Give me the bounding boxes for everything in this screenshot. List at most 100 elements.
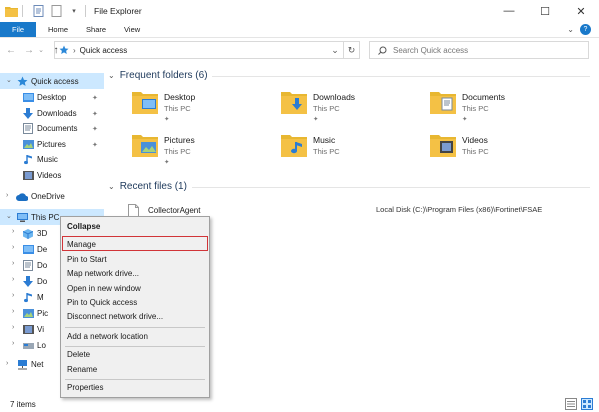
frequent-folders-header[interactable]: ⌄ Frequent folders (6)	[108, 70, 208, 81]
folder-tile-videos[interactable]: Videos This PC	[430, 133, 489, 159]
chevron-right-icon[interactable]: ›	[6, 192, 8, 199]
breadcrumb[interactable]: Quick access	[80, 46, 128, 55]
menu-item-add-network-location[interactable]: Add a network location	[67, 332, 148, 341]
sidebar-item-label: OneDrive	[31, 192, 65, 201]
sidebar-item-documents[interactable]: Documents	[22, 121, 77, 136]
folder-icon	[132, 133, 158, 159]
download-arrow-icon	[22, 108, 34, 120]
folder-name: Music	[313, 135, 336, 145]
chevron-right-icon[interactable]: ›	[12, 244, 14, 251]
menu-item-disconnect-network-drive[interactable]: Disconnect network drive...	[67, 312, 163, 321]
chevron-right-icon[interactable]: ›	[12, 260, 14, 267]
chevron-right-icon[interactable]: ›	[6, 360, 8, 367]
tab-share[interactable]: Share	[77, 22, 115, 37]
sidebar-item-desktop-pc[interactable]: De	[22, 242, 47, 257]
search-input[interactable]: Search Quick access	[369, 41, 589, 59]
refresh-icon[interactable]: ↻	[343, 42, 359, 58]
menu-item-properties[interactable]: Properties	[67, 383, 103, 392]
sidebar-item-label: 3D	[37, 229, 48, 238]
new-folder-icon[interactable]	[49, 4, 63, 18]
forward-arrow-icon[interactable]: →	[22, 43, 36, 57]
sidebar-item-documents-pc[interactable]: Do	[22, 258, 47, 273]
menu-item-pin-to-start[interactable]: Pin to Start	[67, 255, 107, 264]
music-note-icon	[22, 292, 34, 304]
properties-icon[interactable]	[31, 4, 45, 18]
address-dropdown-icon[interactable]: ⌄	[327, 42, 343, 58]
folder-tile-documents[interactable]: Documents This PC ✦	[430, 90, 505, 125]
chevron-right-icon[interactable]: ›	[12, 228, 14, 235]
chevron-right-icon[interactable]: ›	[12, 276, 14, 283]
close-button[interactable]: ✕	[563, 0, 599, 22]
back-arrow-icon[interactable]: ←	[4, 43, 18, 57]
sidebar-item-label: Lo	[37, 341, 46, 350]
tab-file[interactable]: File	[0, 22, 36, 37]
sidebar-item-music-pc[interactable]: M	[22, 290, 44, 305]
sidebar-item-local-disk[interactable]: Lo	[22, 338, 46, 353]
tab-home[interactable]: Home	[36, 22, 77, 37]
pin-icon: ✦	[462, 116, 468, 123]
sidebar-item-label: Pictures	[37, 140, 66, 149]
pin-icon: ✦	[164, 116, 170, 123]
recent-files-header[interactable]: ⌄ Recent files (1)	[108, 181, 187, 192]
expand-ribbon-icon[interactable]: ⌄	[567, 25, 574, 34]
section-title: Frequent folders (6)	[119, 70, 208, 81]
sidebar-item-pictures-pc[interactable]: Pic	[22, 306, 48, 321]
chevron-right-icon[interactable]: ›	[12, 308, 14, 315]
context-menu: Collapse Manage Pin to Start Map network…	[60, 216, 210, 398]
folder-icon	[281, 133, 307, 159]
section-title: Recent files (1)	[119, 181, 187, 192]
menu-item-pin-to-quick-access[interactable]: Pin to Quick access	[67, 298, 137, 307]
sidebar-item-3d-objects[interactable]: 3D	[22, 226, 47, 241]
menu-item-collapse[interactable]: Collapse	[67, 222, 100, 231]
folder-tile-desktop[interactable]: Desktop This PC ✦	[132, 90, 195, 125]
pictures-icon	[22, 308, 34, 320]
sidebar-item-label: This PC	[31, 213, 60, 222]
sidebar-item-desktop[interactable]: Desktop	[22, 90, 66, 105]
sidebar-item-videos-pc[interactable]: Vi	[22, 322, 44, 337]
address-bar[interactable]: › Quick access ⌄ ↻	[54, 41, 360, 59]
sidebar-item-music[interactable]: Music	[22, 152, 58, 167]
folder-tile-pictures[interactable]: Pictures This PC ✦	[132, 133, 195, 168]
folder-icon	[4, 4, 18, 18]
chevron-right-icon[interactable]: ›	[12, 324, 14, 331]
pin-icon: ✦	[164, 159, 170, 166]
minimize-button[interactable]: —	[491, 0, 527, 22]
menu-item-delete[interactable]: Delete	[67, 350, 90, 359]
details-view-icon[interactable]	[565, 398, 577, 410]
chevron-right-icon[interactable]: ›	[12, 340, 14, 347]
tab-view[interactable]: View	[115, 22, 149, 37]
sidebar-item-onedrive[interactable]: OneDrive	[16, 189, 65, 204]
chevron-down-icon[interactable]: ⌄	[6, 76, 12, 84]
sidebar-item-label: Quick access	[31, 77, 79, 86]
customize-toolbar-icon[interactable]: ▾	[67, 4, 81, 18]
divider	[212, 76, 590, 77]
sidebar-item-downloads-pc[interactable]: Do	[22, 274, 47, 289]
sidebar-item-quick-access[interactable]: Quick access	[16, 74, 79, 89]
sidebar-item-this-pc[interactable]: This PC	[16, 210, 59, 225]
recent-locations-icon[interactable]: ⌄	[37, 43, 45, 57]
quick-access-star-icon	[59, 45, 69, 55]
chevron-right-icon[interactable]: ›	[12, 292, 14, 299]
menu-item-rename[interactable]: Rename	[67, 365, 97, 374]
sidebar-item-pictures[interactable]: Pictures	[22, 137, 66, 152]
pin-icon: ✦	[92, 142, 98, 149]
sidebar-item-videos[interactable]: Videos	[22, 168, 61, 183]
sidebar-item-downloads[interactable]: Downloads	[22, 106, 77, 121]
help-icon[interactable]: ?	[580, 24, 591, 35]
menu-item-open-in-new-window[interactable]: Open in new window	[67, 284, 141, 293]
menu-item-map-network-drive[interactable]: Map network drive...	[67, 269, 139, 278]
sidebar-item-network[interactable]: Net	[16, 357, 43, 372]
maximize-button[interactable]: ☐	[527, 0, 563, 22]
folder-name: Desktop	[164, 92, 196, 102]
large-icons-view-icon[interactable]	[581, 398, 593, 410]
menu-separator	[65, 327, 205, 328]
menu-item-manage[interactable]: Manage	[67, 240, 96, 249]
folder-tile-downloads[interactable]: Downloads This PC ✦	[281, 90, 355, 125]
network-icon	[16, 359, 28, 371]
item-count: 7 items	[10, 399, 36, 409]
folder-name: Pictures	[164, 135, 195, 145]
videos-icon	[22, 170, 34, 182]
folder-tile-music[interactable]: Music This PC	[281, 133, 340, 159]
chevron-down-icon[interactable]: ⌄	[6, 212, 12, 220]
folder-name: Downloads	[313, 92, 356, 102]
